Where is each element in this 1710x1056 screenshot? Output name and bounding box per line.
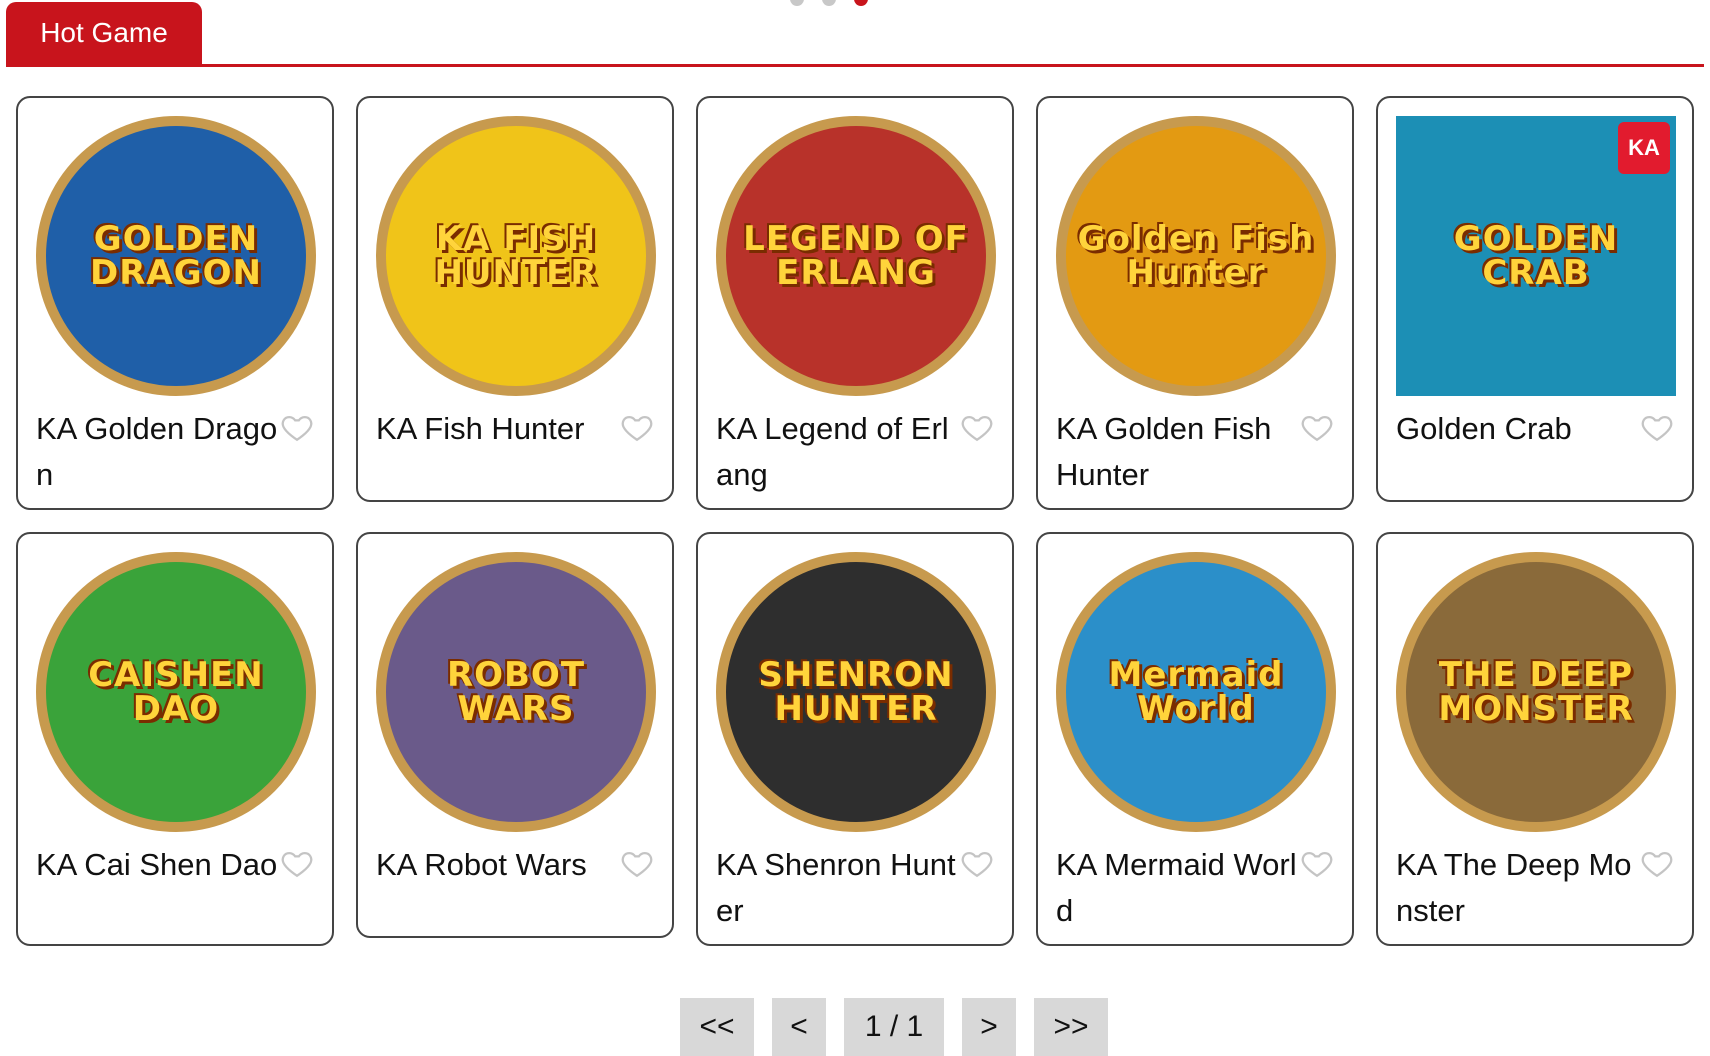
game-thumbnail[interactable]: CAISHEN DAO bbox=[36, 552, 316, 832]
game-title: Golden Crab bbox=[1396, 411, 1572, 446]
game-card[interactable]: Mermaid World KA Mermaid World bbox=[1036, 532, 1354, 946]
favorite-heart-icon[interactable] bbox=[960, 410, 994, 444]
favorite-heart-icon[interactable] bbox=[620, 846, 654, 880]
game-art-logo-text: THE DEEP MONSTER bbox=[1438, 655, 1634, 729]
ka-logo-badge: KA bbox=[1618, 122, 1670, 174]
next-page-button[interactable]: > bbox=[962, 998, 1016, 1056]
game-art-logo-text: KA FISH HUNTER bbox=[434, 219, 598, 293]
game-art-logo-text: SHENRON HUNTER bbox=[758, 655, 954, 729]
game-title: KA Robot Wars bbox=[376, 847, 587, 882]
game-title: KA Mermaid World bbox=[1056, 847, 1297, 928]
game-art-logo-text: LEGEND OF ERLANG bbox=[743, 219, 969, 293]
game-card[interactable]: CAISHEN DAO KA Cai Shen Dao bbox=[16, 532, 334, 946]
pagination: << < 1 / 1 > >> bbox=[680, 998, 1108, 1056]
game-card[interactable]: SHENRON HUNTER KA Shenron Hunter bbox=[696, 532, 1014, 946]
tab-hot-game[interactable]: Hot Game bbox=[6, 2, 202, 64]
game-thumbnail[interactable]: ROBOT WARS bbox=[376, 552, 656, 832]
game-card[interactable]: GOLDEN CRAB KA Golden Crab bbox=[1376, 96, 1694, 502]
prev-page-button[interactable]: < bbox=[772, 998, 826, 1056]
game-art-logo-text: ROBOT WARS bbox=[446, 655, 586, 729]
first-page-button[interactable]: << bbox=[680, 998, 754, 1056]
game-title: KA Cai Shen Dao bbox=[36, 847, 278, 882]
page-indicator: 1 / 1 bbox=[844, 998, 944, 1056]
favorite-heart-icon[interactable] bbox=[280, 846, 314, 880]
game-art-logo-text: GOLDEN CRAB bbox=[1453, 219, 1619, 293]
game-title: KA Shenron Hunter bbox=[716, 847, 956, 928]
game-card[interactable]: KA FISH HUNTER KA Fish Hunter bbox=[356, 96, 674, 502]
game-title: KA The Deep Monster bbox=[1396, 847, 1632, 928]
favorite-heart-icon[interactable] bbox=[1300, 846, 1334, 880]
game-card[interactable]: ROBOT WARS KA Robot Wars bbox=[356, 532, 674, 938]
game-art-logo-text: GOLDEN DRAGON bbox=[90, 219, 262, 293]
game-title: KA Fish Hunter bbox=[376, 411, 585, 446]
section-header: Hot Game bbox=[6, 0, 1704, 67]
favorite-heart-icon[interactable] bbox=[1300, 410, 1334, 444]
game-thumbnail[interactable]: GOLDEN DRAGON bbox=[36, 116, 316, 396]
game-art-logo-text: Golden Fish Hunter bbox=[1077, 219, 1315, 293]
game-art-logo-text: CAISHEN DAO bbox=[88, 655, 264, 729]
game-thumbnail[interactable]: THE DEEP MONSTER bbox=[1396, 552, 1676, 832]
favorite-heart-icon[interactable] bbox=[620, 410, 654, 444]
game-card[interactable]: GOLDEN DRAGON KA Golden Dragon bbox=[16, 96, 334, 510]
game-thumbnail[interactable]: GOLDEN CRAB KA bbox=[1396, 116, 1676, 396]
game-art-logo-text: Mermaid World bbox=[1108, 655, 1284, 729]
game-card[interactable]: THE DEEP MONSTER KA The Deep Monster bbox=[1376, 532, 1694, 946]
game-title: KA Golden Dragon bbox=[36, 411, 278, 492]
favorite-heart-icon[interactable] bbox=[1640, 410, 1674, 444]
game-card[interactable]: LEGEND OF ERLANG KA Legend of Erlang bbox=[696, 96, 1014, 510]
game-card[interactable]: Golden Fish Hunter KA Golden Fish Hunter bbox=[1036, 96, 1354, 510]
game-thumbnail[interactable]: KA FISH HUNTER bbox=[376, 116, 656, 396]
game-thumbnail[interactable]: Mermaid World bbox=[1056, 552, 1336, 832]
game-title: KA Legend of Erlang bbox=[716, 411, 949, 492]
game-grid: GOLDEN DRAGON KA Golden Dragon KA FISH HUN… bbox=[16, 96, 1694, 946]
game-title: KA Golden Fish Hunter bbox=[1056, 411, 1272, 492]
game-thumbnail[interactable]: Golden Fish Hunter bbox=[1056, 116, 1336, 396]
last-page-button[interactable]: >> bbox=[1034, 998, 1108, 1056]
favorite-heart-icon[interactable] bbox=[280, 410, 314, 444]
favorite-heart-icon[interactable] bbox=[960, 846, 994, 880]
favorite-heart-icon[interactable] bbox=[1640, 846, 1674, 880]
game-thumbnail[interactable]: LEGEND OF ERLANG bbox=[716, 116, 996, 396]
game-thumbnail[interactable]: SHENRON HUNTER bbox=[716, 552, 996, 832]
